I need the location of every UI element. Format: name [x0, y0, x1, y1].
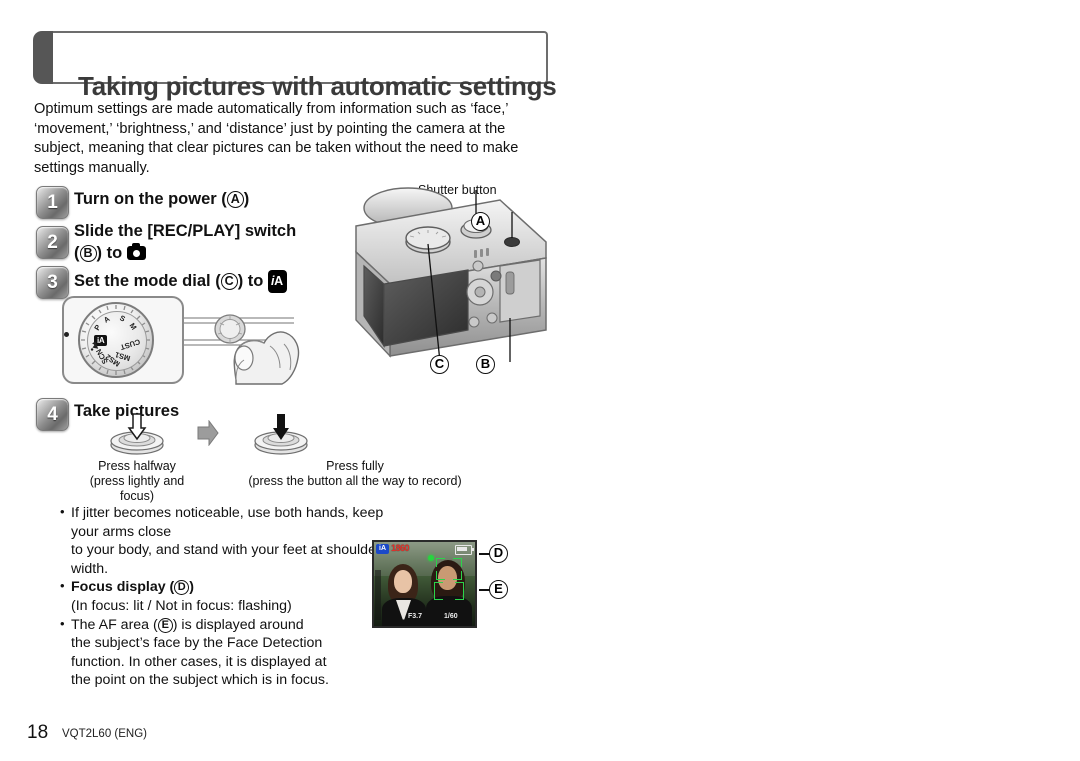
scene-mode-icon [90, 341, 99, 351]
intro-paragraph: Optimum settings are made automatically … [34, 101, 519, 176]
press-halfway-sub: (press lightly and focus) [89, 474, 185, 503]
manual-page: Taking pictures with automatic settings … [0, 0, 1080, 761]
step-2-text-line1: Slide the [REC/PLAY] switch [74, 222, 297, 240]
press-halfway-illustration [110, 413, 164, 455]
page-title-bar: Taking pictures with automatic settings [33, 31, 557, 101]
af-frame-secondary [434, 582, 464, 600]
step-1-badge: 1 [36, 186, 69, 219]
note-jitter-line2: to your body, and stand with your feet a… [71, 542, 381, 577]
step-3-badge: 3 [36, 266, 69, 299]
step-2-number: 2 [47, 231, 58, 253]
focus-indicator-dot [428, 555, 434, 561]
focus-display-label-post: ) [189, 579, 195, 596]
lcd-counter: 1860 [391, 543, 410, 553]
press-fully-title: Press fully [326, 459, 384, 473]
note-jitter-line1: If jitter becomes noticeable, use both h… [71, 505, 384, 540]
note-af-line4: the point on the subject which is in foc… [71, 672, 329, 689]
press-halfway-caption: Press halfway (press lightly and focus) [72, 459, 202, 504]
press-fully-illustration [254, 414, 308, 455]
note-focus-display: Focus display (D) [60, 577, 390, 597]
step-4-number: 4 [47, 403, 58, 425]
note-af-area: The AF area (E) is displayed around [60, 615, 390, 635]
step-2-text-line2: (B) to [74, 243, 146, 264]
note-jitter: If jitter becomes noticeable, use both h… [60, 503, 390, 541]
callout-b: B [476, 355, 495, 374]
step-1-number: 1 [47, 191, 58, 213]
callout-c: C [430, 355, 449, 374]
lcd-shutter-value: 1/60 [444, 613, 458, 620]
note-jitter-line2-wrap: to your body, and stand with your feet a… [60, 541, 390, 578]
step-1-text: Turn on the power (A) [74, 189, 249, 210]
step-1-label-post: ) [243, 190, 250, 208]
step-2-badge: 2 [36, 226, 69, 259]
step-3-number: 3 [47, 271, 58, 293]
right-subject-torso [426, 596, 472, 626]
ref-a-icon: A [226, 191, 244, 208]
camera-illustration [350, 180, 550, 375]
mode-dial-figure: iA P A S M CUST MS1 MS2 SCN [62, 296, 312, 386]
ref-c-icon: C [220, 273, 238, 290]
note-af-line4-wrap: the point on the subject which is in foc… [60, 671, 390, 690]
lcd-left-info-strip [375, 570, 381, 620]
notes-list: If jitter becomes noticeable, use both h… [60, 503, 390, 690]
ref-e-icon: E [157, 617, 173, 633]
camera-icon [126, 243, 146, 260]
ref-d-icon: D [174, 580, 190, 596]
note-focus-display-sub-wrap: (In focus: lit / Not in focus: flashing) [60, 597, 390, 616]
lcd-ia-mode-icon: iA [376, 544, 389, 554]
press-halfway-title: Press halfway [98, 459, 176, 473]
ref-b-icon: B [79, 245, 97, 262]
page-title: Taking pictures with automatic settings [78, 71, 557, 101]
hand-turning-dial-illustration [184, 314, 300, 385]
af-frame-right-face [436, 558, 462, 580]
step-4-badge: 4 [36, 398, 69, 431]
step-2-to-label: ) to [96, 244, 127, 262]
document-code: VQT2L60 (ENG) [62, 728, 147, 740]
dial-index-dot [64, 332, 69, 337]
step-3-to-label: ) to [237, 272, 268, 290]
battery-icon [455, 545, 474, 555]
note-af-line2: the subject’s face by the Face Detection [71, 635, 323, 652]
note-af-line1-post: ) is displayed around [172, 616, 304, 633]
callout-e: E [489, 580, 508, 599]
step-3-text: Set the mode dial (C) to iA [74, 270, 287, 293]
press-fully-caption: Press fully (press the button all the wa… [205, 459, 505, 489]
callout-d: D [489, 544, 508, 563]
page-number: 18 [27, 722, 49, 743]
note-af-line3: function. In other cases, it is displaye… [71, 653, 327, 670]
note-focus-display-sub: (In focus: lit / Not in focus: flashing) [71, 597, 292, 614]
lcd-preview-figure: iA 1860 F3.7 1/60 [372, 540, 477, 628]
ia-mode-icon: iA [267, 270, 287, 293]
camera-body-figure [355, 187, 547, 363]
mode-dial: iA P A S M CUST MS1 MS2 SCN [78, 302, 154, 378]
note-af-line2-wrap: the subject’s face by the Face Detection [60, 634, 390, 653]
press-fully-sub: (press the button all the way to record) [248, 474, 462, 488]
note-af-line1-pre: The AF area ( [71, 616, 158, 633]
lcd-aperture-value: F3.7 [408, 613, 423, 620]
callout-a: A [471, 212, 490, 231]
step-3-label: Set the mode dial ( [74, 272, 221, 290]
step-1-label: Turn on the power ( [74, 190, 227, 208]
left-subject-face [394, 570, 412, 593]
step-2-paren-open: ( [74, 244, 80, 262]
arrow-right-icon [197, 420, 219, 446]
note-af-line3-wrap: function. In other cases, it is displaye… [60, 653, 390, 672]
focus-display-label: Focus display ( [71, 579, 175, 596]
